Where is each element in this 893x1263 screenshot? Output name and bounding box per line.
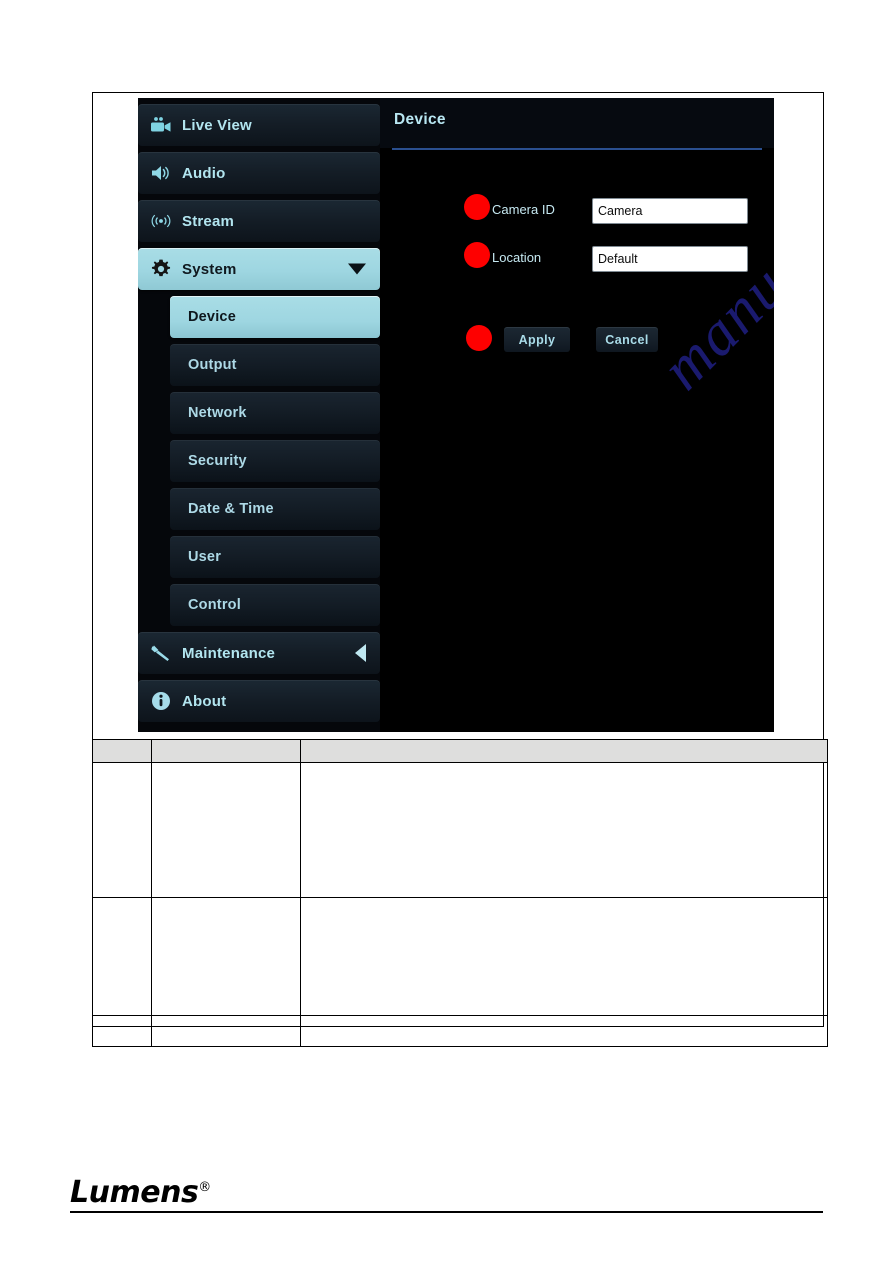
- sidebar: Live View Audio Stream System Device Out…: [138, 98, 380, 732]
- sidebar-subitem-user[interactable]: User: [170, 536, 380, 578]
- location-input[interactable]: [592, 246, 748, 272]
- video-camera-icon: [150, 114, 172, 136]
- table-row: [92, 762, 828, 898]
- sidebar-item-maintenance[interactable]: Maintenance: [138, 632, 380, 674]
- chevron-left-icon[interactable]: [355, 644, 366, 662]
- sidebar-subitem-network[interactable]: Network: [170, 392, 380, 434]
- annotation-dot-camera-id: [464, 194, 490, 220]
- broadcast-icon: [150, 210, 172, 232]
- field-label-location: Location: [492, 250, 542, 265]
- field-label-camera-id: Camera ID: [492, 202, 555, 217]
- table-cell-no: [92, 762, 152, 898]
- gear-icon: [150, 258, 172, 280]
- cancel-button[interactable]: Cancel: [596, 327, 658, 352]
- camera-id-input[interactable]: [592, 198, 748, 224]
- table-cell-no: [92, 1015, 152, 1047]
- sidebar-item-audio[interactable]: Audio: [138, 152, 380, 194]
- table-row: [92, 897, 828, 1016]
- table-header-cell-no: [92, 739, 152, 763]
- camera-web-ui-screenshot: Live View Audio Stream System Device Out…: [138, 98, 774, 732]
- table-header-row: [92, 739, 828, 763]
- table-cell-item: [151, 1015, 301, 1047]
- form-row-location: Location: [380, 242, 774, 276]
- lumens-wordmark: Lumens: [70, 1175, 199, 1210]
- sidebar-subitem-label: User: [188, 549, 222, 565]
- footer-divider: [70, 1211, 823, 1213]
- speaker-icon: [150, 162, 172, 184]
- sidebar-subitem-label: Device: [188, 309, 236, 325]
- sidebar-item-label: Stream: [182, 212, 235, 230]
- title-divider: [392, 148, 762, 150]
- lumens-logo: Lumens®: [70, 1178, 211, 1208]
- annotation-dot-apply: [466, 325, 492, 351]
- sidebar-item-label: Live View: [182, 116, 252, 134]
- chevron-down-icon[interactable]: [348, 263, 366, 275]
- sidebar-item-label: About: [182, 692, 227, 710]
- sidebar-subitem-label: Output: [188, 357, 237, 373]
- page-title: Device: [394, 111, 446, 128]
- sidebar-item-stream[interactable]: Stream: [138, 200, 380, 242]
- sidebar-subitem-device[interactable]: Device: [170, 296, 380, 338]
- description-table: [92, 739, 828, 1047]
- table-cell-no: [92, 897, 152, 1016]
- table-cell-item: [151, 762, 301, 898]
- info-circle-icon: [150, 690, 172, 712]
- table-cell-description: [300, 897, 828, 1016]
- table-cell-item: [151, 897, 301, 1016]
- wrench-icon: [150, 642, 172, 664]
- sidebar-subitem-label: Control: [188, 597, 241, 613]
- sidebar-subitem-label: Network: [188, 405, 247, 421]
- page-footer: Lumens®: [70, 1178, 823, 1213]
- sidebar-item-live-view[interactable]: Live View: [138, 104, 380, 146]
- apply-button[interactable]: Apply: [504, 327, 570, 352]
- sidebar-subitem-output[interactable]: Output: [170, 344, 380, 386]
- sidebar-subitem-label: Security: [188, 453, 247, 469]
- registered-trademark-icon: ®: [198, 1180, 211, 1195]
- sidebar-item-label: System: [182, 260, 237, 278]
- table-cell-description: [300, 762, 828, 898]
- table-header-cell-item: [151, 739, 301, 763]
- sidebar-item-system[interactable]: System: [138, 248, 380, 290]
- table-row: [92, 1015, 828, 1047]
- sidebar-subitem-date-time[interactable]: Date & Time: [170, 488, 380, 530]
- sidebar-item-label: Audio: [182, 164, 226, 182]
- table-cell-description: [300, 1015, 828, 1047]
- sidebar-subitem-label: Date & Time: [188, 501, 274, 517]
- sidebar-subitem-security[interactable]: Security: [170, 440, 380, 482]
- sidebar-item-about[interactable]: About: [138, 680, 380, 722]
- form-row-camera-id: Camera ID: [380, 194, 774, 228]
- panel-header: Device: [380, 98, 774, 148]
- content-panel: manualshive.com Device Camera ID Locatio…: [380, 98, 774, 732]
- form-actions: Apply Cancel: [380, 325, 774, 357]
- sidebar-item-label: Maintenance: [182, 644, 276, 662]
- sidebar-subitem-control[interactable]: Control: [170, 584, 380, 626]
- annotation-dot-location: [464, 242, 490, 268]
- table-header-cell-description: [300, 739, 828, 763]
